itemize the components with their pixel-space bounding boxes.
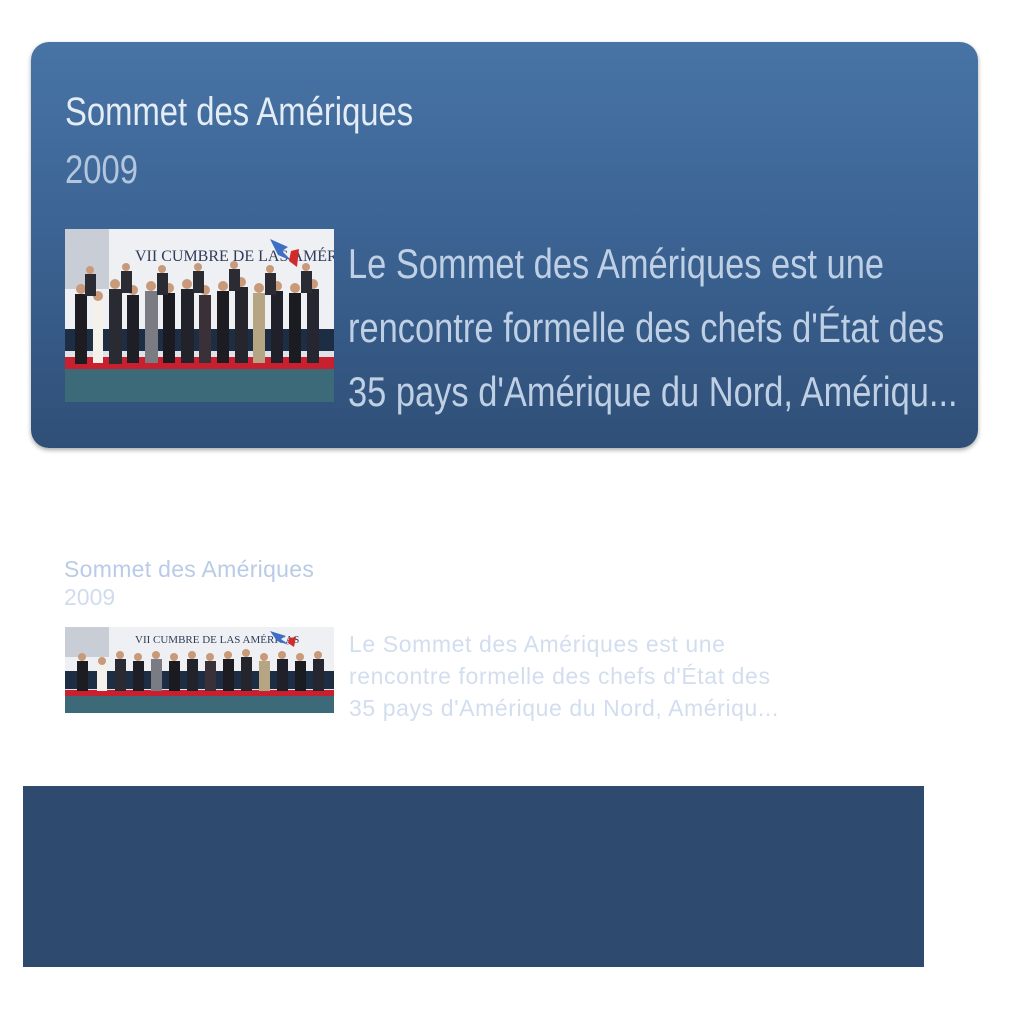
- preview-photo: VII CUMBRE DE LAS AMÉRICAS: [65, 627, 334, 713]
- preview-year: 2009: [64, 584, 116, 610]
- preview-title: Sommet des Amériques: [64, 556, 315, 582]
- card-description-line: 35 pays d'Amérique du Nord, Amériqu...: [348, 368, 958, 415]
- card-description-line: rencontre formelle des chefs d'État des: [348, 304, 945, 351]
- summit-card[interactable]: Sommet des Amériques 2009 VII CUMBRE DE …: [31, 42, 978, 448]
- summit-photo-thumbnail[interactable]: VII CUMBRE DE LAS AMÉRICAS: [65, 229, 334, 402]
- preview-description-line: 35 pays d'Amérique du Nord, Amériqu...: [349, 695, 779, 721]
- page: Sommet des Amériques 2009 VII CUMBRE DE …: [0, 0, 1024, 1024]
- preview-description-line: rencontre formelle des chefs d'État des: [349, 663, 771, 689]
- preview-description: Le Sommet des Amériques est une rencontr…: [349, 628, 779, 724]
- card-title: Sommet des Amériques: [65, 90, 414, 134]
- card-description-line: Le Sommet des Amériques est une: [348, 240, 885, 287]
- preview-description-line: Le Sommet des Amériques est une: [349, 631, 726, 657]
- preview-photo-thumbnail: VII CUMBRE DE LAS AMÉRICAS: [65, 627, 334, 713]
- bottom-panel: [23, 786, 924, 967]
- card-year: 2009: [65, 148, 138, 192]
- card-description: Le Sommet des Amériques est une rencontr…: [348, 232, 958, 424]
- summit-photo: VII CUMBRE DE LAS AMÉRICAS: [65, 229, 334, 402]
